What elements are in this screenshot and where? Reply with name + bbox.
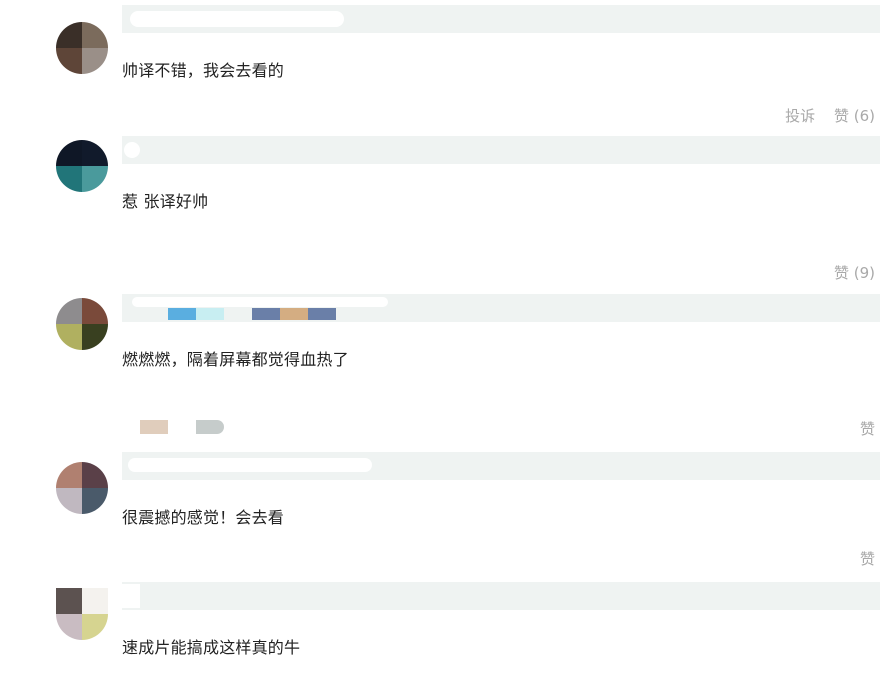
reaction-chip: [196, 420, 224, 434]
username-bar[interactable]: [122, 452, 880, 480]
avatar-pixel: [82, 488, 108, 514]
avatar-pixel: [56, 140, 82, 166]
username-swatch: [308, 308, 336, 320]
avatar-pixel: [82, 462, 108, 488]
avatar[interactable]: [56, 462, 108, 514]
avatar-pixel: [56, 462, 82, 488]
avatar[interactable]: [56, 298, 108, 350]
avatar-pixel: [82, 166, 108, 192]
avatar-pixel: [56, 488, 82, 514]
avatar-pixel: [56, 48, 82, 74]
avatar-pixel: [56, 298, 82, 324]
avatar-pixel: [56, 324, 82, 350]
comment-actions: 赞: [846, 548, 875, 569]
comment-text: 速成片能搞成这样真的牛: [122, 638, 301, 657]
username-swatch: [168, 308, 196, 320]
comment-actions: 赞: [846, 418, 875, 439]
username-blur: [124, 142, 140, 158]
username-blur: [132, 297, 388, 307]
avatar-pixel: [56, 614, 82, 640]
avatar[interactable]: [56, 22, 108, 74]
avatar-pixel: [56, 22, 82, 48]
username-bar[interactable]: [122, 582, 880, 610]
avatar-pixel: [82, 324, 108, 350]
username-swatch: [196, 308, 224, 320]
comment-text: 惹 张译好帅: [122, 192, 209, 211]
like-button[interactable]: 赞: [860, 420, 875, 438]
comment-text: 很震撼的感觉！会去看: [122, 508, 285, 527]
avatar-pixel: [82, 48, 108, 74]
avatar-pixel: [56, 166, 82, 192]
like-button[interactable]: 赞: [860, 550, 875, 568]
like-button[interactable]: 赞 (6): [834, 107, 875, 125]
avatar-pixel: [82, 22, 108, 48]
avatar-pixel: [82, 614, 108, 640]
comment-actions: 投诉 赞 (6): [771, 105, 875, 126]
avatar-pixel: [56, 588, 82, 614]
username-swatch: [280, 308, 308, 320]
avatar[interactable]: [56, 140, 108, 192]
avatar-pixel: [82, 588, 108, 614]
username-blur: [128, 458, 372, 472]
username-blur: [122, 584, 140, 608]
avatar-pixel: [82, 140, 108, 166]
comment-actions: 赞 (9): [820, 262, 875, 283]
comment-text: 帅译不错，我会去看的: [122, 61, 285, 80]
username-bar[interactable]: [122, 5, 880, 33]
username-blur: [130, 11, 344, 27]
report-link[interactable]: 投诉: [785, 107, 815, 125]
avatar[interactable]: [56, 588, 108, 640]
reaction-chip: [140, 420, 168, 434]
comment-text: 燃燃燃，隔着屏幕都觉得血热了: [122, 350, 349, 369]
username-bar[interactable]: [122, 294, 880, 322]
avatar-pixel: [82, 298, 108, 324]
username-swatch: [252, 308, 280, 320]
username-bar[interactable]: [122, 136, 880, 164]
like-button[interactable]: 赞 (9): [834, 264, 875, 282]
